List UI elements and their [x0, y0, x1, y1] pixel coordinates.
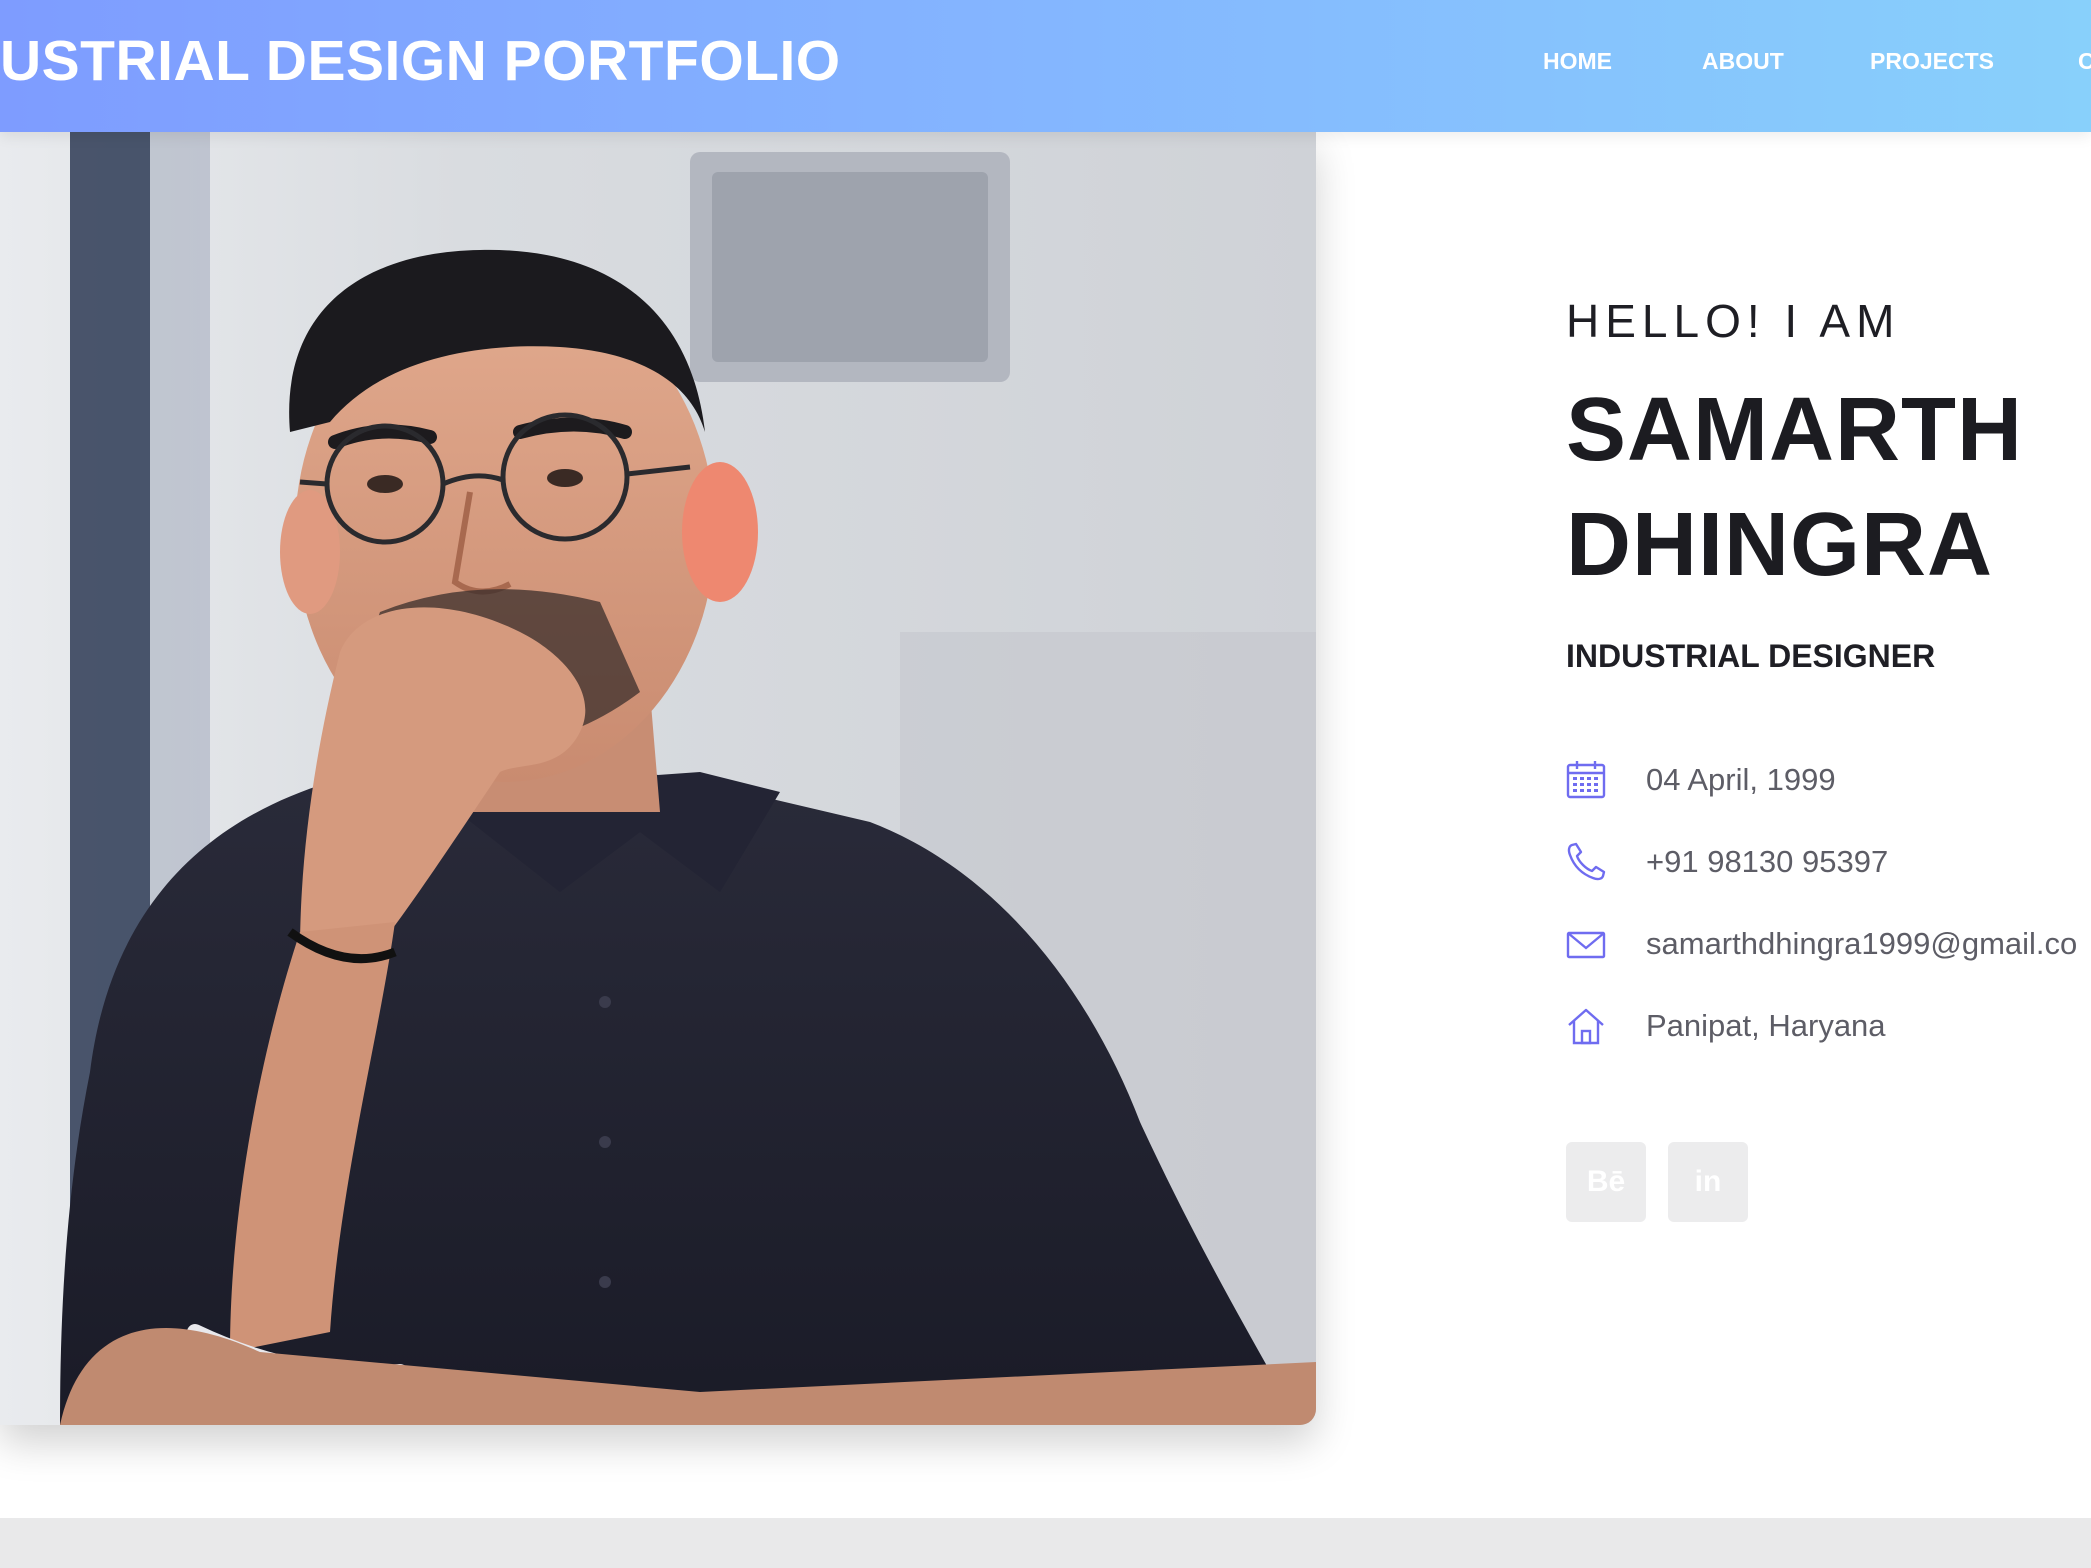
- last-name: DHINGRA: [1566, 495, 1993, 595]
- mail-icon: [1566, 931, 1606, 959]
- site-title[interactable]: USTRIAL DESIGN PORTFOLIO: [0, 28, 841, 94]
- detail-email: samarthdhingra1999@gmail.co: [1566, 922, 2091, 966]
- nav-home[interactable]: HOME: [1543, 46, 1612, 76]
- portrait-illustration: [0, 132, 1316, 1425]
- calendar-icon: [1566, 761, 1606, 799]
- detail-location: Panipat, Haryana: [1566, 1004, 2091, 1048]
- site-header: USTRIAL DESIGN PORTFOLIO HOME ABOUT PROJ…: [0, 0, 2091, 132]
- first-name: SAMARTH: [1566, 380, 2023, 480]
- detail-phone: +91 98130 95397: [1566, 840, 2091, 884]
- next-section-edge: [0, 1518, 2091, 1568]
- location-text: Panipat, Haryana: [1646, 1008, 1886, 1043]
- greeting: HELLO! I AM: [1566, 295, 1901, 347]
- nav-about[interactable]: ABOUT: [1702, 46, 1784, 76]
- nav-projects[interactable]: PROJECTS: [1870, 46, 1994, 76]
- behance-button[interactable]: Bē: [1566, 1142, 1646, 1222]
- nav-contact[interactable]: C: [2078, 46, 2091, 76]
- profile-photo: [0, 132, 1316, 1425]
- linkedin-button[interactable]: in: [1668, 1142, 1748, 1222]
- phone-icon: [1567, 842, 1606, 881]
- home-icon: [1568, 1008, 1604, 1045]
- birthdate-text: 04 April, 1999: [1646, 762, 1836, 797]
- behance-icon: Bē: [1586, 1165, 1626, 1198]
- phone-text: +91 98130 95397: [1646, 844, 1889, 879]
- email-text[interactable]: samarthdhingra1999@gmail.co: [1646, 922, 2077, 966]
- linkedin-icon: in: [1694, 1165, 1722, 1198]
- job-title: INDUSTRIAL DESIGNER: [1566, 638, 1936, 674]
- detail-birthdate: 04 April, 1999: [1566, 758, 2091, 802]
